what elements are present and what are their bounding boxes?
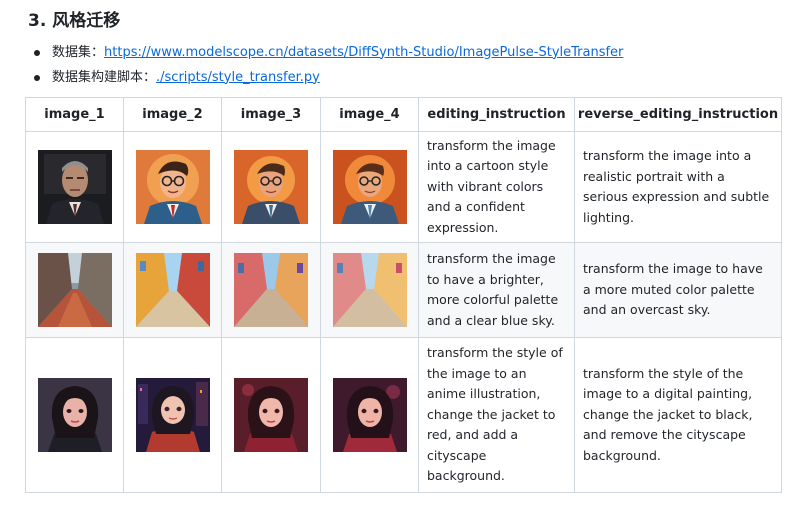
- dataset-link[interactable]: https://www.modelscope.cn/datasets/DiffS…: [104, 43, 623, 63]
- image-cell: [221, 131, 321, 243]
- street-image: [234, 253, 308, 327]
- image-cell: [123, 242, 222, 338]
- image-cell: [25, 242, 124, 338]
- dataset-label: 数据集：: [52, 44, 105, 60]
- anime-portrait-image: [332, 378, 407, 452]
- digital-painting-portrait-image: [37, 378, 112, 452]
- list-item: 数据集构建脚本： ./scripts/style_transfer.py: [34, 65, 623, 90]
- bullet-icon: [34, 74, 40, 81]
- cartoon-portrait-image: [332, 150, 407, 224]
- link-list: 数据集： https://www.modelscope.cn/datasets/…: [34, 40, 623, 90]
- table-row: transform the image into a cartoon style…: [25, 131, 782, 243]
- table-row: transform the style of the image to an a…: [25, 337, 782, 493]
- list-item: 数据集： https://www.modelscope.cn/datasets/…: [34, 40, 623, 65]
- section-heading: 3. 风格迁移: [28, 11, 121, 31]
- cartoon-portrait-image: [135, 150, 210, 224]
- table-row: transform the image to have a brighter, …: [25, 242, 782, 338]
- image-cell: [221, 242, 321, 338]
- image-cell: [123, 131, 222, 243]
- anime-portrait-image: [234, 378, 308, 452]
- reverse-editing-instruction-cell: transform the style of the image to a di…: [574, 337, 782, 493]
- header-image-3: image_3: [221, 97, 321, 132]
- image-cell: [123, 337, 222, 493]
- bullet-icon: [34, 49, 40, 56]
- cartoon-portrait-image: [234, 150, 308, 224]
- street-image: [332, 253, 407, 327]
- street-image: [135, 253, 210, 327]
- anime-portrait-image: [135, 378, 210, 452]
- editing-instruction-cell: transform the image into a cartoon style…: [418, 131, 575, 243]
- image-cell: [320, 337, 419, 493]
- script-link[interactable]: ./scripts/style_transfer.py: [156, 68, 320, 88]
- header-image-2: image_2: [123, 97, 222, 132]
- header-editing-instruction: editing_instruction: [418, 97, 575, 132]
- street-image: [37, 253, 112, 327]
- header-image-1: image_1: [25, 97, 124, 132]
- style-transfer-table: image_1 image_2 image_3 image_4 editing_…: [25, 97, 782, 493]
- header-reverse-editing-instruction: reverse_editing_instruction: [574, 97, 782, 132]
- realistic-portrait-image: [37, 150, 112, 224]
- reverse-editing-instruction-cell: transform the image into a realistic por…: [574, 131, 782, 243]
- table-header-row: image_1 image_2 image_3 image_4 editing_…: [25, 97, 782, 132]
- editing-instruction-cell: transform the style of the image to an a…: [418, 337, 575, 493]
- image-cell: [320, 242, 419, 338]
- editing-instruction-cell: transform the image to have a brighter, …: [418, 242, 575, 338]
- image-cell: [320, 131, 419, 243]
- script-label: 数据集构建脚本：: [52, 69, 157, 85]
- image-cell: [221, 337, 321, 493]
- reverse-editing-instruction-cell: transform the image to have a more muted…: [574, 242, 782, 338]
- image-cell: [25, 337, 124, 493]
- image-cell: [25, 131, 124, 243]
- header-image-4: image_4: [320, 97, 419, 132]
